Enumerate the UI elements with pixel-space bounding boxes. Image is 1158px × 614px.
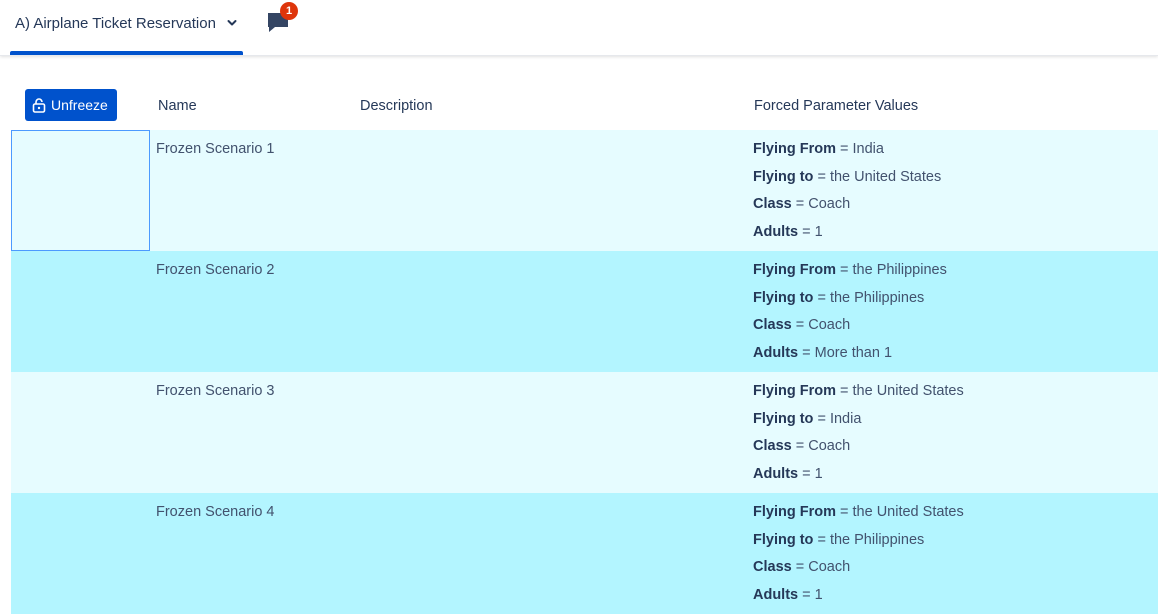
column-header-forced-parameter-values[interactable]: Forced Parameter Values bbox=[754, 98, 918, 114]
table-row[interactable]: Frozen Scenario 4 Flying From = the Unit… bbox=[11, 493, 1158, 614]
table-row[interactable]: Frozen Scenario 3 Flying From = the Unit… bbox=[11, 372, 1158, 493]
forced-parameter-values: Flying From = the United States Flying t… bbox=[753, 504, 964, 614]
parameter-entry: Flying From = the United States bbox=[753, 504, 964, 520]
parameter-entry: Adults = 1 bbox=[753, 223, 823, 240]
parameter-entry: Class = Coach bbox=[753, 196, 851, 213]
unlock-icon bbox=[32, 97, 46, 113]
parameter-entry: Flying to = the United States bbox=[753, 168, 942, 185]
parameter-entry: Flying From = the Philippines bbox=[753, 262, 947, 278]
parameter-entry: Adults = 1 bbox=[753, 586, 823, 603]
chevron-down-icon[interactable] bbox=[226, 17, 238, 29]
table-row[interactable]: Frozen Scenario 1 Flying From = India Fl… bbox=[11, 130, 1158, 251]
forced-parameter-values: Flying From = the Philippines Flying to … bbox=[753, 262, 947, 372]
parameter-entry: Flying From = the United States bbox=[753, 383, 964, 399]
column-header-description[interactable]: Description bbox=[360, 98, 433, 114]
parameter-entry: Flying to = the Philippines bbox=[753, 531, 925, 548]
column-header-name[interactable]: Name bbox=[158, 98, 197, 114]
forced-parameter-values: Flying From = India Flying to = the Unit… bbox=[753, 141, 941, 251]
notification-badge: 1 bbox=[280, 2, 298, 20]
unfreeze-label: Unfreeze bbox=[51, 97, 108, 113]
scenario-name: Frozen Scenario 1 bbox=[156, 141, 275, 157]
parameter-entry: Flying to = the Philippines bbox=[753, 289, 925, 306]
parameter-entry: Class = Coach bbox=[753, 438, 851, 455]
scenario-name: Frozen Scenario 2 bbox=[156, 262, 275, 278]
parameter-entry: Adults = 1 bbox=[753, 465, 823, 482]
parameter-entry: Flying to = India bbox=[753, 410, 862, 427]
unfreeze-button[interactable]: Unfreeze bbox=[25, 89, 117, 121]
scenario-name: Frozen Scenario 3 bbox=[156, 383, 275, 399]
comments-button[interactable]: 1 bbox=[266, 2, 302, 36]
scenario-table: Frozen Scenario 1 Flying From = India Fl… bbox=[11, 130, 1158, 614]
top-bar: A) Airplane Ticket Reservation 1 bbox=[0, 0, 1158, 56]
parameter-entry: Flying From = India bbox=[753, 141, 884, 157]
forced-parameter-values: Flying From = the United States Flying t… bbox=[753, 383, 964, 493]
parameter-entry: Class = Coach bbox=[753, 317, 851, 334]
tab-label: A) Airplane Ticket Reservation bbox=[15, 15, 216, 32]
tab-airplane-ticket-reservation[interactable]: A) Airplane Ticket Reservation bbox=[10, 0, 243, 55]
parameter-entry: Adults = More than 1 bbox=[753, 344, 893, 361]
scenario-name: Frozen Scenario 4 bbox=[156, 504, 275, 520]
active-tab-indicator bbox=[10, 51, 243, 55]
table-row[interactable]: Frozen Scenario 2 Flying From = the Phil… bbox=[11, 251, 1158, 372]
row-selection-cell[interactable] bbox=[11, 130, 150, 251]
parameter-entry: Class = Coach bbox=[753, 559, 851, 576]
